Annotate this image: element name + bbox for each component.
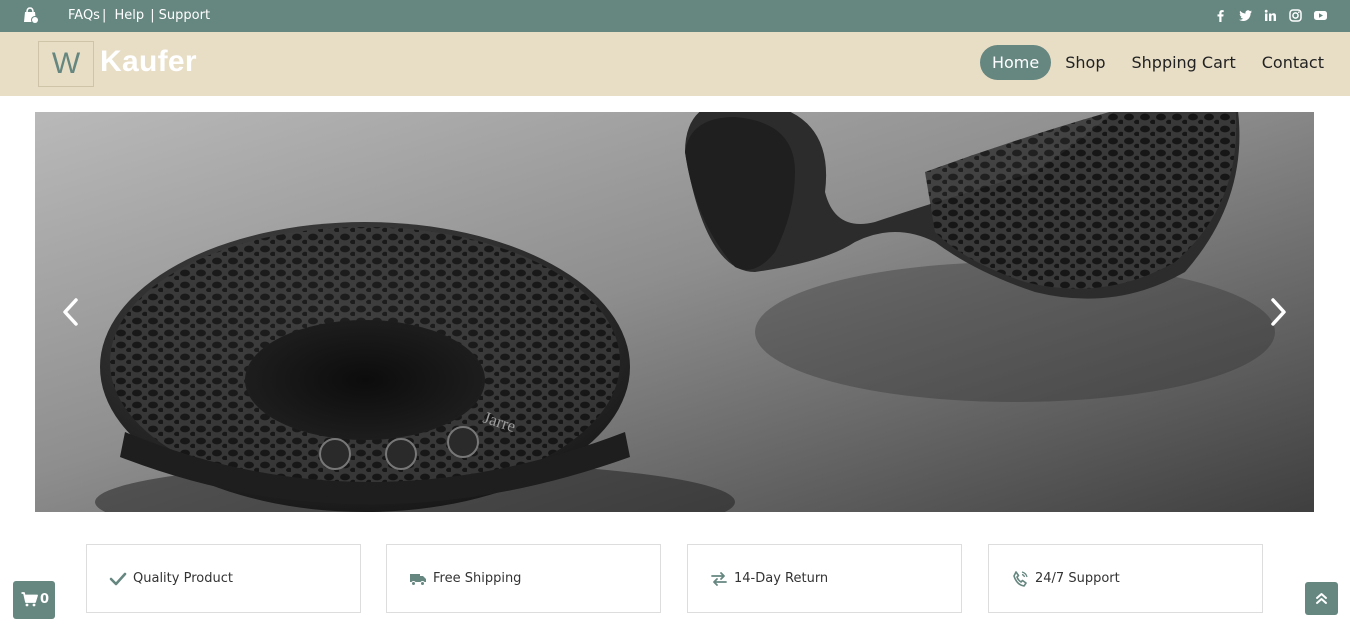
faqs-link[interactable]: FAQs xyxy=(68,8,100,23)
exchange-icon xyxy=(710,570,728,588)
shopping-bag-icon[interactable] xyxy=(22,7,40,25)
chevron-left-icon[interactable] xyxy=(57,295,87,329)
instagram-icon[interactable] xyxy=(1288,8,1303,23)
chevron-right-icon[interactable] xyxy=(1262,295,1292,329)
feature-free-shipping: Free Shipping xyxy=(386,544,661,613)
linkedin-icon[interactable] xyxy=(1263,8,1278,23)
feature-strip: Quality Product Free Shipping 14-Day Ret… xyxy=(86,544,1263,613)
top-bar: FAQs | Help | Support xyxy=(0,0,1350,32)
hero-image: Jarre xyxy=(35,112,1314,512)
brand-name[interactable]: Kaufer xyxy=(100,45,197,79)
logo-mark[interactable]: W xyxy=(38,41,94,87)
feature-label: 24/7 Support xyxy=(1035,571,1120,586)
double-chevron-up-icon xyxy=(1316,593,1327,604)
support-link[interactable]: Support xyxy=(159,8,210,23)
site-header: W Kaufer Home Shop Shpping Cart Contact xyxy=(0,32,1350,96)
youtube-icon[interactable] xyxy=(1313,8,1328,23)
truck-icon xyxy=(409,570,427,588)
link-separator: | xyxy=(150,8,155,23)
hero-carousel[interactable]: Jarre xyxy=(35,112,1314,512)
logo-letter: W xyxy=(51,47,81,80)
phone-icon xyxy=(1011,570,1029,588)
nav-home[interactable]: Home xyxy=(979,45,1052,80)
nav-contact[interactable]: Contact xyxy=(1250,45,1336,80)
help-link[interactable]: Help xyxy=(115,8,145,23)
social-links xyxy=(1213,8,1328,23)
cart-count: 0 xyxy=(40,592,50,607)
feature-label: Quality Product xyxy=(133,571,233,586)
floating-cart-button[interactable]: 0 xyxy=(13,581,55,619)
main-nav: Home Shop Shpping Cart Contact xyxy=(978,45,1336,80)
feature-24-7-support: 24/7 Support xyxy=(988,544,1263,613)
link-separator: | xyxy=(101,8,107,23)
twitter-icon[interactable] xyxy=(1238,8,1253,23)
cart-icon xyxy=(21,592,38,607)
facebook-icon[interactable] xyxy=(1213,8,1228,23)
back-to-top-button[interactable] xyxy=(1305,582,1338,615)
top-links: FAQs | Help | Support xyxy=(68,8,210,23)
nav-shopping-cart[interactable]: Shpping Cart xyxy=(1119,45,1247,80)
feature-label: Free Shipping xyxy=(433,571,522,586)
nav-shop[interactable]: Shop xyxy=(1053,45,1117,80)
check-icon xyxy=(109,570,127,588)
feature-quality-product: Quality Product xyxy=(86,544,361,613)
feature-label: 14-Day Return xyxy=(734,571,829,586)
feature-14-day-return: 14-Day Return xyxy=(687,544,962,613)
